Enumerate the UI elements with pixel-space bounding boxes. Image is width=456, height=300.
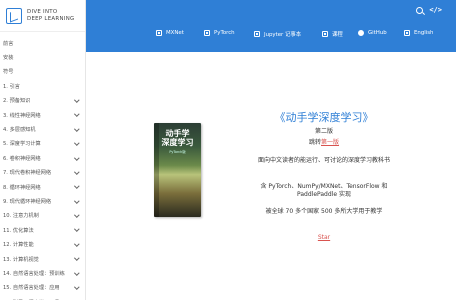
sidebar-item-label: 符号 — [3, 69, 14, 76]
search-icon[interactable] — [416, 7, 424, 14]
sidebar-item-label: 6. 卷积神经网络 — [3, 155, 41, 162]
chevron-down-icon[interactable] — [74, 197, 80, 204]
edition-text: 第二版 — [314, 128, 333, 135]
star-link[interactable]: Star — [246, 234, 402, 242]
book-logo-icon — [6, 7, 22, 24]
chevron-down-icon[interactable] — [74, 169, 80, 175]
sidebar-item[interactable]: 2. 预备知识 — [0, 94, 85, 108]
header-link-jupyter-[interactable]: Jupyter 记事本 — [254, 30, 301, 38]
chevron-down-icon[interactable] — [74, 212, 80, 218]
sidebar-item-label: 10. 注意力机制 — [3, 213, 39, 220]
description-1: 面向中文读者的能运行、可讨论的深度学习教科书 — [257, 157, 390, 164]
chevron-down-icon[interactable] — [74, 183, 80, 189]
sidebar-item-label: 前言 — [3, 40, 14, 47]
sidebar-item-label: 13. 计算机视觉 — [3, 256, 39, 263]
sidebar-item[interactable]: 12. 计算性能 — [0, 237, 85, 251]
description-3: 被全球 70 多个国家 500 多所大学用于教学 — [265, 208, 383, 215]
sidebar-item-label: 11. 优化算法 — [3, 227, 34, 234]
header-link-label: 课程 — [332, 32, 343, 38]
sidebar-item[interactable]: 6. 卷积神经网络 — [0, 151, 85, 165]
sidebar-item-label: 2. 预备知识 — [3, 98, 31, 105]
sidebar-item[interactable]: 前言 — [0, 36, 85, 50]
header-link-github[interactable]: GitHub — [358, 30, 387, 36]
main-content: 动手学 深度学习 PyTorch版 《动手学深度学习》 第二版 跳转第一版 面向中… — [86, 52, 456, 300]
sidebar-item[interactable]: 13. 计算机视觉 — [0, 252, 85, 266]
description-2: 含 PyTorch、NumPy/MXNet、TensorFlow 和 Paddl… — [260, 183, 388, 198]
sidebar-item-label: 3. 线性神经网络 — [3, 112, 41, 119]
header-link-label: PyTorch — [214, 30, 235, 36]
sidebar-item-label: 9. 现代循环神经网络 — [3, 198, 52, 205]
cover-subtitle: PyTorch版 — [169, 150, 186, 154]
header-links: MXNet PyTorch Jupyter 记事本 课程 GitHub English — [86, 24, 456, 46]
first-edition-link[interactable]: 第一版 — [321, 139, 339, 146]
sidebar-item-label: 1. 引言 — [3, 83, 20, 90]
book-icon — [156, 30, 162, 36]
sidebar-item[interactable]: 14. 自然语言处理：预训练 — [0, 266, 85, 280]
brand-text: DIVE INTO DEEP LEARNING — [27, 9, 75, 22]
sidebar-item[interactable]: 1. 引言 — [0, 79, 85, 93]
book-icon — [204, 30, 210, 36]
sidebar-item[interactable]: 8. 循环神经网络 — [0, 180, 85, 194]
sidebar-item[interactable]: 16. 附录：深度学习工具 — [0, 295, 85, 300]
sidebar-item[interactable]: 15. 自然语言处理：应用 — [0, 281, 85, 295]
sidebar-item[interactable]: 安装 — [0, 50, 85, 64]
header-link-label: MXNet — [166, 30, 184, 36]
header: </> MXNet PyTorch Jupyter 记事本 课程 GitHub Engli… — [86, 0, 456, 52]
github-icon — [358, 30, 364, 36]
chevron-down-icon[interactable] — [74, 284, 80, 290]
sidebar-item-label: 15. 自然语言处理：应用 — [3, 285, 60, 292]
sidebar-item-label: 14. 自然语言处理：预训练 — [3, 270, 65, 277]
header-link-label: English — [414, 30, 434, 36]
chevron-down-icon[interactable] — [74, 269, 80, 275]
school-icon — [322, 31, 328, 37]
sidebar-item[interactable]: 5. 深度学习计算 — [0, 137, 85, 151]
sidebar-item-label: 12. 计算性能 — [3, 242, 34, 249]
sidebar-item[interactable]: 7. 现代卷积神经网络 — [0, 166, 85, 180]
sidebar-item-label: 7. 现代卷积神经网络 — [3, 170, 52, 177]
header-link--[interactable]: 课程 — [322, 30, 343, 38]
brand-line-1: DIVE INTO — [27, 8, 58, 15]
chevron-down-icon[interactable] — [74, 97, 80, 103]
header-top: </> — [86, 0, 456, 24]
sidebar-item[interactable]: 符号 — [0, 65, 85, 79]
sidebar-item-label: 5. 深度学习计算 — [3, 141, 41, 148]
sidebar-item[interactable]: 4. 多层感知机 — [0, 122, 85, 136]
chevron-down-icon[interactable] — [74, 125, 80, 132]
chevron-down-icon[interactable] — [74, 140, 80, 146]
sidebar: DIVE INTO DEEP LEARNING 前言安装符号 1. 引言 2. 预备… — [0, 0, 86, 300]
page-title: 《动手学深度学习》 — [274, 111, 374, 124]
header-link-label: GitHub — [368, 30, 387, 36]
code-icon[interactable]: </> — [429, 7, 442, 14]
sidebar-item[interactable]: 11. 优化算法 — [0, 223, 85, 237]
chevron-down-icon[interactable] — [74, 226, 80, 232]
header-link-label: Jupyter 记事本 — [264, 32, 302, 38]
sidebar-item[interactable]: 10. 注意力机制 — [0, 209, 85, 223]
jump-line: 跳转第一版 — [246, 139, 402, 147]
sidebar-item[interactable]: 9. 现代循环神经网络 — [0, 194, 85, 208]
notebook-icon — [254, 31, 260, 37]
header-icons: </> — [416, 7, 442, 14]
book-cover-image: 动手学 深度学习 PyTorch版 — [154, 123, 201, 217]
sidebar-item-label: 8. 循环神经网络 — [3, 184, 41, 191]
chevron-down-icon[interactable] — [74, 241, 80, 247]
sidebar-nav: 前言安装符号 1. 引言 2. 预备知识 3. 线性神经网络 4. 多层感知机 5. 深度… — [0, 32, 85, 300]
header-link-pytorch[interactable]: PyTorch — [204, 30, 235, 36]
sidebar-item-label: 4. 多层感知机 — [3, 127, 36, 134]
jump-prefix: 跳转 — [308, 139, 321, 146]
brand[interactable]: DIVE INTO DEEP LEARNING — [0, 0, 85, 32]
sidebar-item-label: 安装 — [3, 55, 14, 62]
sidebar-item[interactable]: 3. 线性神经网络 — [0, 108, 85, 122]
cover-title: 动手学 深度学习 — [161, 129, 194, 147]
chevron-down-icon[interactable] — [74, 111, 80, 117]
chevron-down-icon[interactable] — [74, 255, 80, 261]
external-link-icon — [404, 30, 410, 36]
header-link-english[interactable]: English — [404, 30, 433, 36]
chevron-down-icon[interactable] — [74, 154, 80, 160]
brand-line-2: DEEP LEARNING — [27, 15, 75, 22]
header-link-mxnet[interactable]: MXNet — [156, 30, 184, 36]
